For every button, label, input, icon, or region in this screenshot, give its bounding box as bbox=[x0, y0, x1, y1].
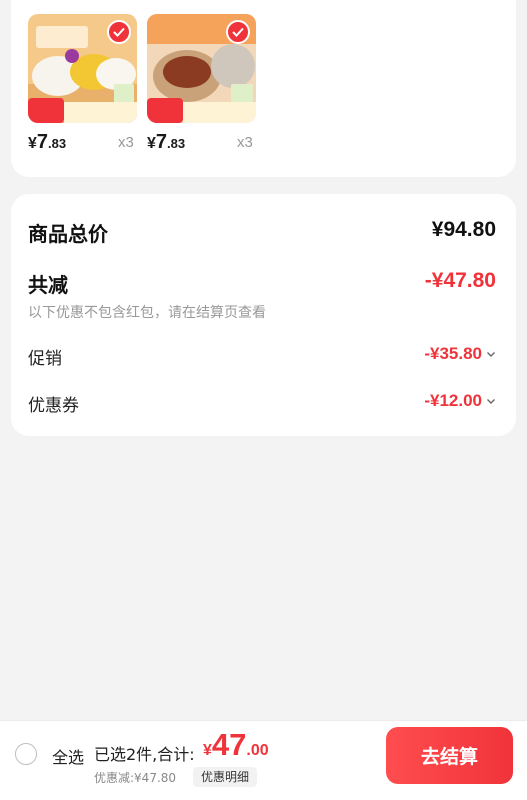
total-amount: ¥47.00 bbox=[203, 727, 269, 762]
checkout-bar: 全选 已选2件,合计: ¥47.00 优惠减:¥47.80 优惠明细 去结算 bbox=[0, 720, 527, 800]
reduction-value: -¥47.80 bbox=[424, 269, 496, 292]
checkout-button[interactable]: 去结算 bbox=[386, 727, 513, 784]
product-quantity: x3 bbox=[237, 134, 253, 151]
coupon-row[interactable]: 优惠券 -¥12.00 bbox=[28, 391, 496, 416]
chevron-down-icon[interactable] bbox=[486, 396, 496, 406]
discount-detail-button[interactable]: 优惠明细 bbox=[193, 767, 258, 787]
selected-check-icon[interactable] bbox=[107, 20, 131, 44]
price-row: ¥7.83 x3 bbox=[147, 131, 256, 155]
chevron-down-icon[interactable] bbox=[486, 349, 496, 359]
select-all-radio[interactable] bbox=[15, 743, 37, 765]
total-price-value: ¥94.80 bbox=[431, 218, 496, 241]
product-thumbnail[interactable] bbox=[147, 14, 256, 123]
product-quantity: x3 bbox=[118, 134, 134, 151]
product-price: ¥7.83 bbox=[147, 131, 186, 153]
coupon-value[interactable]: -¥12.00 bbox=[424, 391, 496, 411]
reduction-row: 共减 -¥47.80 bbox=[28, 269, 496, 298]
total-price-label: 商品总价 bbox=[28, 222, 108, 246]
product-item[interactable]: ¥7.83 x3 bbox=[28, 14, 137, 155]
cart-page: ¥7.83 x3 ¥7.83 x3 商品总价 ¥94.80 共减 -¥47.80… bbox=[0, 0, 527, 800]
discount-note: 以下优惠不包含红包，请在结算页查看 bbox=[28, 305, 266, 321]
price-row: ¥7.83 x3 bbox=[28, 131, 137, 155]
promo-value[interactable]: -¥35.80 bbox=[424, 344, 496, 364]
promo-row[interactable]: 促销 -¥35.80 bbox=[28, 344, 496, 369]
product-price: ¥7.83 bbox=[28, 131, 67, 153]
promo-label: 促销 bbox=[28, 349, 62, 369]
selected-check-icon[interactable] bbox=[226, 20, 250, 44]
product-item[interactable]: ¥7.83 x3 bbox=[147, 14, 256, 155]
product-thumbnail[interactable] bbox=[28, 14, 137, 123]
discount-amount: 优惠减:¥47.80 bbox=[94, 771, 177, 785]
select-all-label[interactable]: 全选 bbox=[52, 744, 84, 768]
reduction-label: 共减 bbox=[28, 273, 68, 297]
selected-count-text: 已选2件,合计: bbox=[94, 745, 195, 764]
price-summary-card: 商品总价 ¥94.80 共减 -¥47.80 以下优惠不包含红包，请在结算页查看… bbox=[11, 194, 516, 436]
coupon-label: 优惠券 bbox=[28, 396, 79, 416]
total-price-row: 商品总价 ¥94.80 bbox=[28, 218, 496, 247]
product-card: ¥7.83 x3 ¥7.83 x3 bbox=[11, 0, 516, 177]
